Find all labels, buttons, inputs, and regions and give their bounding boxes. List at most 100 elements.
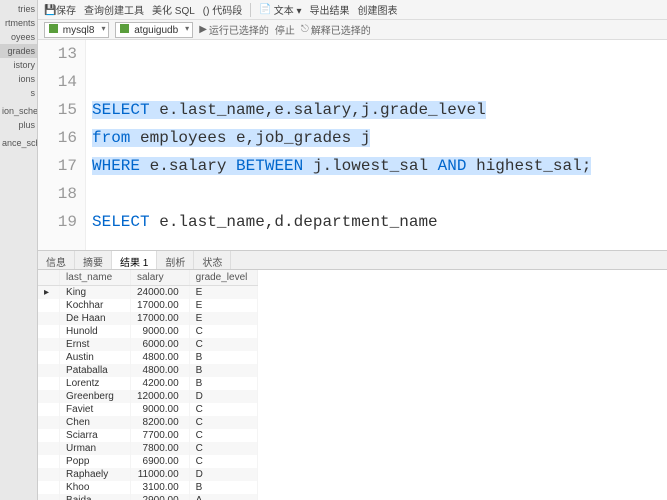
export-results-button[interactable]: 导出结果 bbox=[310, 2, 350, 17]
table-row[interactable]: Khoo3100.00B bbox=[38, 481, 258, 494]
cell: King bbox=[60, 286, 131, 300]
results-tab[interactable]: 信息 bbox=[38, 251, 75, 269]
cell: 4800.00 bbox=[130, 351, 189, 364]
line-number: 14 bbox=[38, 68, 77, 96]
table-row[interactable]: Kochhar17000.00E bbox=[38, 299, 258, 312]
cell: Urman bbox=[60, 442, 131, 455]
sidebar-item[interactable]: ance_schem bbox=[0, 136, 37, 150]
explain-icon: ⎋ bbox=[301, 24, 309, 35]
code-line[interactable] bbox=[92, 68, 667, 96]
table-row[interactable]: Lorentz4200.00B bbox=[38, 377, 258, 390]
table-row[interactable]: Baida2900.00A bbox=[38, 494, 258, 500]
table-row[interactable]: Urman7800.00C bbox=[38, 442, 258, 455]
explain-selected-button[interactable]: ⎋ 解释已选择的 bbox=[301, 22, 371, 37]
table-row[interactable]: Sciarra7700.00C bbox=[38, 429, 258, 442]
cell: C bbox=[189, 416, 258, 429]
results-grid[interactable]: last_namesalarygrade_level▸King24000.00E… bbox=[38, 270, 667, 500]
sidebar-item[interactable]: s bbox=[0, 86, 37, 100]
cell: Kochhar bbox=[60, 299, 131, 312]
cell: Austin bbox=[60, 351, 131, 364]
results-tab[interactable]: 结果 1 bbox=[112, 251, 157, 269]
text-mode-label: 文本 ▾ bbox=[274, 2, 302, 17]
cell: C bbox=[189, 429, 258, 442]
beautify-sql-button[interactable]: 美化 SQL bbox=[152, 2, 195, 17]
table-row[interactable]: ▸King24000.00E bbox=[38, 286, 258, 300]
connection-status-icon bbox=[49, 24, 58, 33]
table-row[interactable]: Pataballa4800.00B bbox=[38, 364, 258, 377]
code-snippets-button[interactable]: () 代码段 bbox=[203, 2, 242, 17]
table-row[interactable]: Ernst6000.00C bbox=[38, 338, 258, 351]
column-header[interactable]: salary bbox=[130, 270, 189, 286]
sidebar-item[interactable]: ions bbox=[0, 72, 37, 86]
stop-button[interactable]: 停止 bbox=[275, 22, 295, 37]
cell: C bbox=[189, 403, 258, 416]
cell: E bbox=[189, 286, 258, 300]
code-area[interactable]: SELECT e.last_name,e.salary,j.grade_leve… bbox=[86, 40, 667, 250]
query-builder-button[interactable]: 查询创建工具 bbox=[84, 2, 144, 17]
cell: B bbox=[189, 377, 258, 390]
document-icon: 📄 bbox=[259, 4, 271, 15]
code-line[interactable]: SELECT e.last_name,e.salary,j.grade_leve… bbox=[92, 96, 667, 124]
save-button[interactable]: 💾 保存 bbox=[44, 2, 76, 17]
code-line[interactable]: WHERE e.salary BETWEEN j.lowest_sal AND … bbox=[92, 152, 667, 180]
table-row[interactable]: Raphaely11000.00D bbox=[38, 468, 258, 481]
cell: C bbox=[189, 455, 258, 468]
explain-selected-label: 解释已选择的 bbox=[311, 22, 371, 37]
cell: Faviet bbox=[60, 403, 131, 416]
sidebar-item[interactable]: grades bbox=[0, 44, 37, 58]
code-line[interactable]: SELECT e.last_name,d.department_name bbox=[92, 208, 667, 236]
sidebar-item[interactable]: istory bbox=[0, 58, 37, 72]
connection-toolbar: mysql8 atguigudb ▶ 运行已选择的 停止 ⎋ 解释已选择的 bbox=[38, 20, 667, 40]
text-mode-button[interactable]: 📄 文本 ▾ bbox=[259, 2, 301, 17]
connection-dropdown[interactable]: mysql8 bbox=[44, 22, 109, 38]
sidebar-item[interactable]: ion_schema bbox=[0, 104, 37, 118]
cell: 12000.00 bbox=[130, 390, 189, 403]
results-tab[interactable]: 剖析 bbox=[157, 251, 194, 269]
sidebar-item[interactable]: rtments bbox=[0, 16, 37, 30]
table-row[interactable]: Faviet9000.00C bbox=[38, 403, 258, 416]
table-row[interactable]: Austin4800.00B bbox=[38, 351, 258, 364]
line-number: 13 bbox=[38, 40, 77, 68]
cell: Hunold bbox=[60, 325, 131, 338]
cell: Sciarra bbox=[60, 429, 131, 442]
object-tree-sidebar[interactable]: triesrtmentsoyeesgradesistoryionss ion_sc… bbox=[0, 0, 38, 500]
cell: Ernst bbox=[60, 338, 131, 351]
code-line[interactable] bbox=[92, 180, 667, 208]
cell: 6900.00 bbox=[130, 455, 189, 468]
table-row[interactable]: Chen8200.00C bbox=[38, 416, 258, 429]
run-selected-button[interactable]: ▶ 运行已选择的 bbox=[199, 22, 269, 37]
code-line[interactable]: from employees e,job_grades j bbox=[92, 124, 667, 152]
database-icon bbox=[120, 24, 129, 33]
table-row[interactable]: Greenberg12000.00D bbox=[38, 390, 258, 403]
cell: 24000.00 bbox=[130, 286, 189, 300]
results-tab[interactable]: 状态 bbox=[194, 251, 231, 269]
column-header[interactable]: grade_level bbox=[189, 270, 258, 286]
save-icon: 💾 bbox=[44, 5, 54, 15]
create-chart-button[interactable]: 创建图表 bbox=[358, 2, 398, 17]
cell: D bbox=[189, 468, 258, 481]
line-number: 16 bbox=[38, 124, 77, 152]
line-number: 17 bbox=[38, 152, 77, 180]
cell: 6000.00 bbox=[130, 338, 189, 351]
code-line[interactable] bbox=[92, 40, 667, 68]
database-dropdown[interactable]: atguigudb bbox=[115, 22, 193, 38]
table-row[interactable]: Hunold9000.00C bbox=[38, 325, 258, 338]
line-number-gutter: 13141516171819 bbox=[38, 40, 86, 250]
sidebar-item[interactable]: plus bbox=[0, 118, 37, 132]
table-row[interactable]: De Haan17000.00E bbox=[38, 312, 258, 325]
cell: Greenberg bbox=[60, 390, 131, 403]
cell: E bbox=[189, 299, 258, 312]
cell: De Haan bbox=[60, 312, 131, 325]
results-tabs: 信息摘要结果 1剖析状态 bbox=[38, 250, 667, 270]
column-header[interactable]: last_name bbox=[60, 270, 131, 286]
results-tab[interactable]: 摘要 bbox=[75, 251, 112, 269]
table-row[interactable]: Popp6900.00C bbox=[38, 455, 258, 468]
sidebar-item[interactable]: oyees bbox=[0, 30, 37, 44]
cell: 4200.00 bbox=[130, 377, 189, 390]
cell: B bbox=[189, 364, 258, 377]
sql-editor[interactable]: 13141516171819 SELECT e.last_name,e.sala… bbox=[38, 40, 667, 250]
sidebar-item[interactable]: tries bbox=[0, 2, 37, 16]
cell: 9000.00 bbox=[130, 403, 189, 416]
cell: C bbox=[189, 338, 258, 351]
cell: Lorentz bbox=[60, 377, 131, 390]
